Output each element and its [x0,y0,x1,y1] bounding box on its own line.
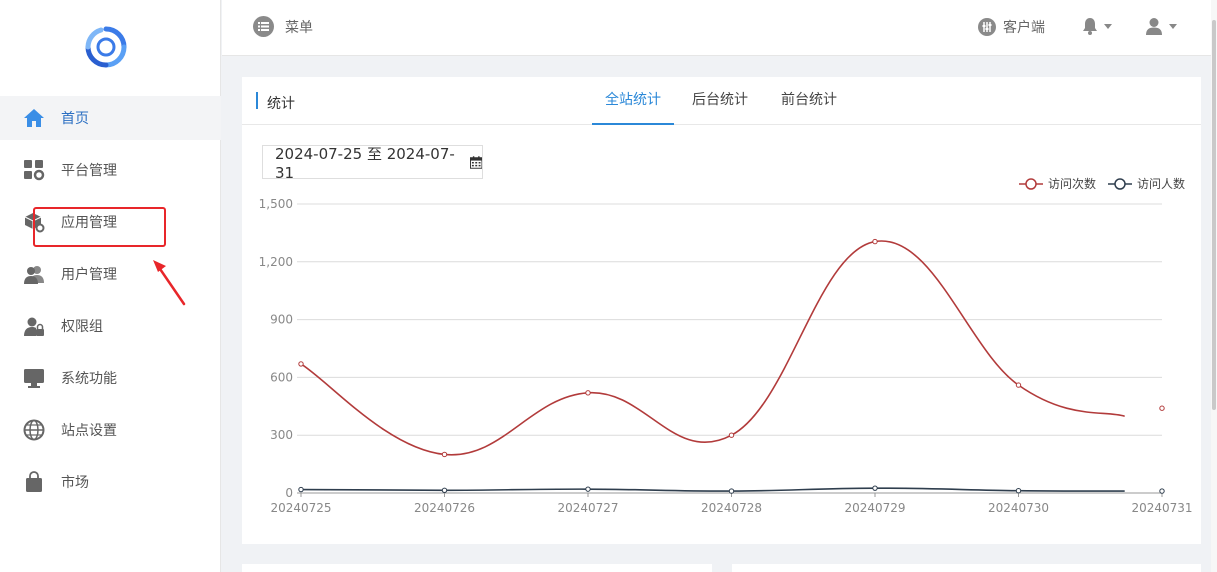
client-label: 客户端 [1003,20,1045,36]
bell-icon [1083,18,1097,35]
y-tick-label: 0 [285,486,293,500]
y-tick-label: 1,500 [259,197,293,211]
data-point [1015,487,1022,494]
tab-site-stats[interactable]: 全站统计 [592,77,674,125]
secondary-card-left [242,564,712,572]
card-header: 统计 全站统计 后台统计 前台统计 [242,77,1201,125]
data-point [872,238,878,245]
data-point [872,485,878,491]
annotation-arrow [153,260,186,306]
shopping-bag-icon [22,470,46,494]
secondary-card-right [732,564,1201,572]
data-point [728,432,735,438]
tab-backend-stats[interactable]: 后台统计 [685,77,755,125]
sidebar-item-permissions[interactable]: 权限组 [0,304,221,348]
legend-marker [1025,178,1037,190]
scrollbar-thumb[interactable] [1212,20,1216,410]
y-tick-label: 600 [270,370,293,384]
x-tick-label: 20240725 [270,501,331,515]
statistics-card: 统计 全站统计 后台统计 前台统计 2024-07-25 至 2024-07-3… [242,77,1201,544]
sidebar-item-platform[interactable]: 平台管理 [0,148,221,192]
x-tick-label: 20240728 [701,501,762,515]
menu-toggle-button[interactable]: 菜单 [253,16,313,37]
sidebar-item-system[interactable]: 系统功能 [0,356,221,400]
sidebar-item-market[interactable]: 市场 [0,460,221,504]
y-tick-label: 300 [270,428,293,442]
monitor-icon [22,366,46,390]
card-title: 统计 [267,96,295,112]
legend-marker [1114,178,1126,190]
sidebar-item-site-settings[interactable]: 站点设置 [0,408,221,452]
users-icon [22,262,46,286]
x-tick-label: 20240731 [1131,501,1192,515]
data-point [585,486,591,492]
app-logo[interactable] [84,25,128,69]
grid-gear-icon [22,158,46,182]
sidebar-item-label: 权限组 [61,319,103,335]
user-lock-icon [22,314,46,338]
title-accent-bar [256,92,258,109]
line-chart: 0 300 600 900 1,200 1,500 20240725 20240726 2024… [259,176,1193,515]
sidebar-item-label: 平台管理 [61,163,117,179]
topbar: 菜单 客户端 [222,0,1217,56]
x-tick-label: 20240727 [557,501,618,515]
series-line [300,240,1125,456]
globe-icon [22,418,46,442]
legend-label: 访问次数 [1048,176,1096,191]
user-icon [1146,18,1162,35]
tab-frontend-stats[interactable]: 前台统计 [774,77,844,125]
sidebar-item-label: 市场 [61,475,89,491]
y-tick-label: 1,200 [259,255,293,269]
x-tick-label: 20240729 [844,501,905,515]
annotation-highlight-box [33,207,166,247]
x-tick-label: 20240726 [414,501,475,515]
data-point [728,488,735,494]
sidebar-item-home[interactable]: 首页 [0,96,221,140]
menu-label: 菜单 [285,19,313,36]
user-menu-button[interactable] [1145,17,1177,35]
client-button[interactable]: 客户端 [978,17,1045,37]
data-point [298,361,304,367]
sidebar-item-label: 首页 [61,111,89,127]
notifications-button[interactable] [1082,17,1112,35]
data-point [441,487,448,494]
sidebar-item-label: 用户管理 [61,267,117,283]
list-icon [253,16,274,37]
chevron-down-icon [1104,23,1112,29]
data-point [298,486,304,493]
data-point [1015,382,1022,388]
data-point [441,451,448,458]
data-point [1159,405,1165,411]
x-tick-label: 20240730 [988,501,1049,515]
data-point [585,390,591,396]
y-tick-label: 900 [270,313,293,327]
sliders-icon [978,18,996,36]
sidebar-item-label: 系统功能 [61,371,117,387]
sidebar-item-label: 站点设置 [61,423,117,439]
chevron-down-icon [1169,23,1177,29]
series-line [300,487,1125,492]
data-point [1159,488,1165,494]
home-icon [22,106,46,130]
legend-label: 访问人数 [1137,176,1185,191]
